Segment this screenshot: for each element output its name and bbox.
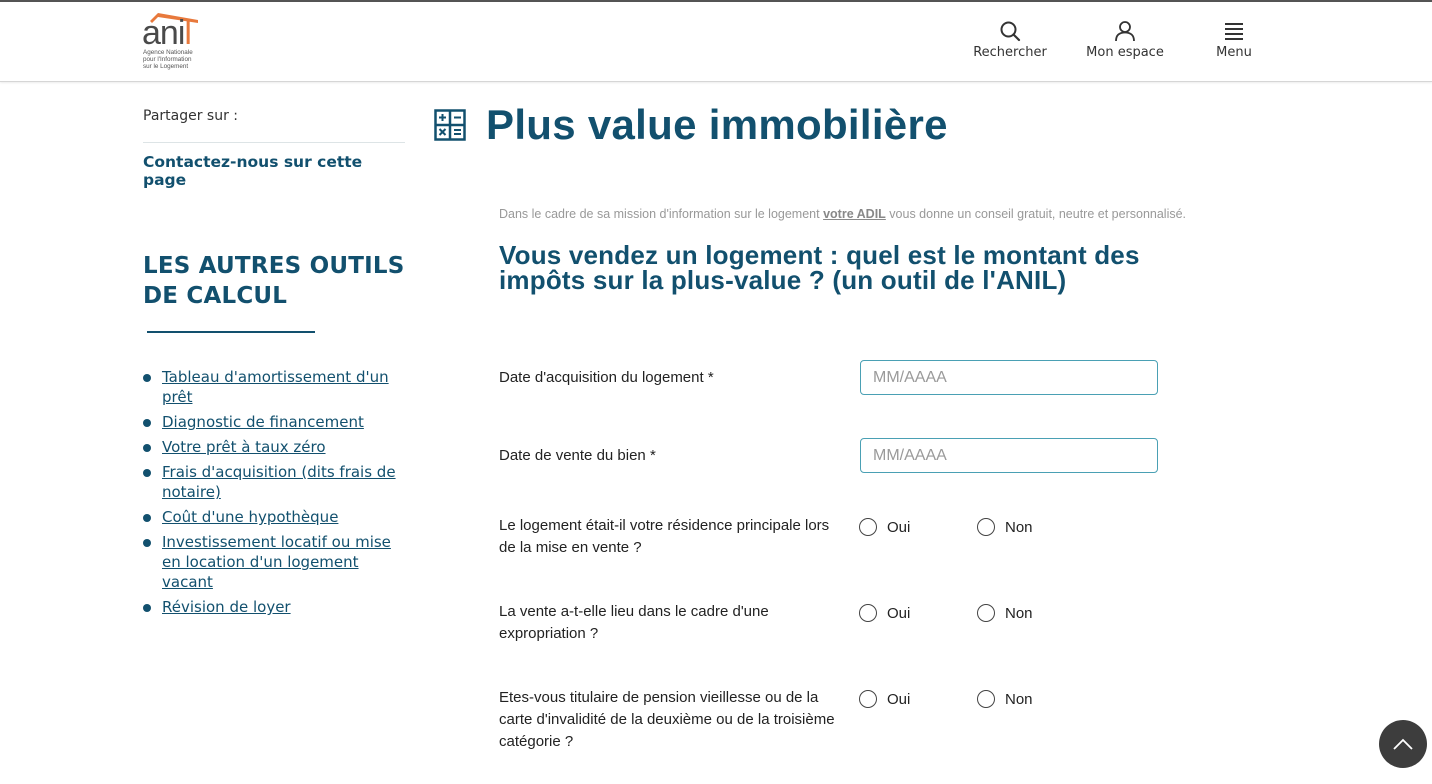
radio-circle-icon bbox=[859, 518, 877, 536]
logo-sub-line: pour l'Information bbox=[143, 56, 192, 63]
bullet-icon bbox=[143, 539, 151, 547]
logo-word: ani bbox=[142, 14, 185, 52]
nav-account-label: Mon espace bbox=[1086, 45, 1164, 60]
acquisition-date-input[interactable] bbox=[860, 360, 1158, 395]
bullet-icon bbox=[143, 514, 151, 522]
sale-date-input[interactable] bbox=[860, 438, 1158, 473]
tool-link-investissement[interactable]: Investissement locatif ou mise en locati… bbox=[162, 533, 391, 591]
radio-circle-icon bbox=[977, 518, 995, 536]
logo-subtitle: Agence Nationale pour l'Information sur … bbox=[143, 49, 193, 70]
bullet-icon bbox=[143, 604, 151, 612]
heading-underline bbox=[147, 325, 315, 333]
tool-link-ptz[interactable]: Votre prêt à taux zéro bbox=[162, 438, 326, 456]
expropriation-question: La vente a-t-elle lieu dans le cadre d'u… bbox=[499, 603, 769, 642]
tool-list-item: Frais d'acquisition (dits frais de notai… bbox=[143, 462, 405, 502]
radio-circle-icon bbox=[977, 604, 995, 622]
chevron-up-icon bbox=[1393, 738, 1413, 750]
logo-sub-line: sur le Logement bbox=[143, 63, 189, 70]
acquisition-date-label: Date d'acquisition du logement * bbox=[499, 369, 714, 386]
other-tools-list: Tableau d'amortissement d'un prêt Diagno… bbox=[143, 367, 405, 617]
tool-list-item: Votre prêt à taux zéro bbox=[143, 437, 405, 457]
pension-non-radio[interactable]: Non bbox=[977, 690, 1033, 708]
share-label: Partager sur : bbox=[143, 100, 405, 143]
nav-account-button[interactable]: Mon espace bbox=[1086, 20, 1164, 60]
expropriation-oui-radio[interactable]: Oui bbox=[859, 604, 910, 622]
intro-text-after: vous donne un conseil gratuit, neutre et… bbox=[885, 207, 1187, 221]
expropriation-non-radio[interactable]: Non bbox=[977, 604, 1033, 622]
nav-menu-label: Menu bbox=[1216, 45, 1252, 60]
search-icon bbox=[1000, 21, 1021, 42]
radio-circle-icon bbox=[977, 690, 995, 708]
site-header: anil Agence Nationale pour l'Information… bbox=[0, 2, 1432, 82]
calculator-icon bbox=[434, 109, 466, 141]
logo-word-accent: l bbox=[184, 14, 192, 52]
page-title: Plus value immobilière bbox=[486, 101, 948, 148]
page-title-row: Plus value immobilière bbox=[434, 100, 1234, 150]
other-tools-heading: LES AUTRES OUTILS DE CALCUL bbox=[143, 251, 405, 341]
tool-list-item: Diagnostic de financement bbox=[143, 412, 405, 432]
nav-search-button[interactable]: Rechercher bbox=[973, 20, 1047, 60]
main-residence-non-radio[interactable]: Non bbox=[977, 518, 1033, 536]
bullet-icon bbox=[143, 419, 151, 427]
pension-question: Etes-vous titulaire de pension vieilless… bbox=[499, 689, 835, 750]
sidebar: Partager sur : Contactez-nous sur cette … bbox=[143, 100, 405, 622]
main-content: Plus value immobilière bbox=[434, 100, 1234, 150]
nav-menu-button[interactable]: Menu bbox=[1212, 20, 1256, 60]
main-residence-question: Le logement était-il votre résidence pri… bbox=[499, 517, 830, 556]
scroll-to-top-button[interactable] bbox=[1379, 720, 1427, 768]
radio-label: Non bbox=[1005, 690, 1033, 708]
tool-list-item: Révision de loyer bbox=[143, 597, 405, 617]
tool-list-item: Investissement locatif ou mise en locati… bbox=[143, 532, 405, 592]
radio-label: Oui bbox=[887, 518, 911, 536]
tool-link-hypotheque[interactable]: Coût d'une hypothèque bbox=[162, 508, 338, 526]
radio-label: Non bbox=[1005, 604, 1033, 622]
intro-text: Dans le cadre de sa mission d'informatio… bbox=[499, 207, 1186, 221]
tool-list-item: Coût d'une hypothèque bbox=[143, 507, 405, 527]
simulator-heading: Vous vendez un logement : quel est le mo… bbox=[499, 240, 1140, 295]
radio-label: Non bbox=[1005, 518, 1033, 536]
contact-link[interactable]: Contactez-nous sur cette page bbox=[143, 153, 405, 189]
tool-link-diagnostic[interactable]: Diagnostic de financement bbox=[162, 413, 364, 431]
nav-search-label: Rechercher bbox=[973, 45, 1047, 60]
user-icon bbox=[1115, 21, 1135, 42]
radio-circle-icon bbox=[859, 604, 877, 622]
tool-link-amortissement[interactable]: Tableau d'amortissement d'un prêt bbox=[162, 368, 389, 406]
anil-logo[interactable]: anil Agence Nationale pour l'Information… bbox=[142, 12, 204, 74]
logo-sub-line: Agence Nationale bbox=[143, 49, 193, 56]
main-residence-oui-radio[interactable]: Oui bbox=[859, 518, 910, 536]
sale-date-label: Date de vente du bien * bbox=[499, 447, 656, 464]
bullet-icon bbox=[143, 374, 151, 382]
pension-oui-radio[interactable]: Oui bbox=[859, 690, 910, 708]
radio-circle-icon bbox=[859, 690, 877, 708]
votre-adil-link[interactable]: votre ADIL bbox=[823, 207, 886, 221]
radio-label: Oui bbox=[887, 690, 911, 708]
intro-text-before: Dans le cadre de sa mission d'informatio… bbox=[499, 207, 824, 221]
hamburger-menu-icon bbox=[1225, 23, 1243, 40]
tool-link-revision-loyer[interactable]: Révision de loyer bbox=[162, 598, 291, 616]
bullet-icon bbox=[143, 469, 151, 477]
tool-list-item: Tableau d'amortissement d'un prêt bbox=[143, 367, 405, 407]
radio-label: Oui bbox=[887, 604, 911, 622]
other-tools-heading-text: LES AUTRES OUTILS DE CALCUL bbox=[143, 253, 405, 309]
tool-link-frais-acquisition[interactable]: Frais d'acquisition (dits frais de notai… bbox=[162, 463, 396, 501]
bullet-icon bbox=[143, 444, 151, 452]
